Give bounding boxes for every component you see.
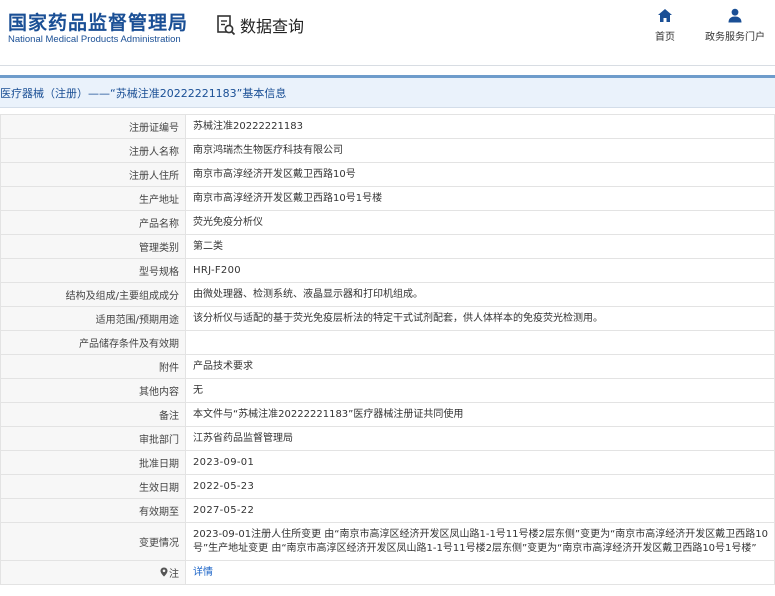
row-label: 注册证编号	[0, 114, 186, 139]
row-value: 详情	[185, 560, 775, 585]
row-label: 产品储存条件及有效期	[0, 330, 186, 355]
row-label: 型号规格	[0, 258, 186, 283]
row-value: 南京市高淳经济开发区戴卫西路10号1号楼	[185, 186, 775, 211]
table-row: 其他内容 无	[0, 378, 775, 403]
site-logo-chinese[interactable]: 国家药品监督管理局	[8, 8, 188, 35]
table-row: 产品名称 荧光免疫分析仪	[0, 210, 775, 235]
user-icon	[728, 8, 742, 23]
document-search-icon	[217, 15, 236, 36]
row-value: 由微处理器、检测系统、液晶显示器和打印机组成。	[185, 282, 775, 307]
row-label: 注册人住所	[0, 162, 186, 187]
row-label: 有效期至	[0, 498, 186, 523]
row-label: 生效日期	[0, 474, 186, 499]
row-label: 批准日期	[0, 450, 186, 475]
row-value: 荧光免疫分析仪	[185, 210, 775, 235]
table-row: 注册证编号 苏械注准20222221183	[0, 114, 775, 139]
row-label: 附件	[0, 354, 186, 379]
table-row: 生效日期 2022-05-23	[0, 474, 775, 499]
row-value: 南京鸿瑞杰生物医疗科技有限公司	[185, 138, 775, 163]
row-label: 备注	[0, 402, 186, 427]
row-value: 无	[185, 378, 775, 403]
table-row: 产品储存条件及有效期	[0, 330, 775, 355]
data-query-title: 数据查询	[240, 17, 305, 36]
row-value: 本文件与“苏械注准20222221183”医疗器械注册证共同使用	[185, 402, 775, 427]
row-value: 产品技术要求	[185, 354, 775, 379]
row-label: 审批部门	[0, 426, 186, 451]
row-value: 2023-09-01	[185, 450, 775, 475]
home-icon	[658, 9, 672, 22]
breadcrumb: 医疗器械（注册）——“苏械注准20222221183”基本信息	[0, 75, 775, 108]
row-label: 管理类别	[0, 234, 186, 259]
site-logo-english[interactable]: National Medical Products Administration	[8, 34, 181, 45]
row-value: HRJ-F200	[185, 258, 775, 283]
row-label: 产品名称	[0, 210, 186, 235]
table-row: 注册人名称 南京鸿瑞杰生物医疗科技有限公司	[0, 138, 775, 163]
breadcrumb-text: 医疗器械（注册）——“苏械注准20222221183”基本信息	[0, 87, 287, 100]
row-label: 结构及组成/主要组成成分	[0, 282, 186, 307]
table-row: 注册人住所 南京市高淳经济开发区戴卫西路10号	[0, 162, 775, 187]
table-row: 结构及组成/主要组成成分 由微处理器、检测系统、液晶显示器和打印机组成。	[0, 282, 775, 307]
row-value: 第二类	[185, 234, 775, 259]
data-query-heading: 数据查询	[216, 13, 304, 37]
table-row: 型号规格 HRJ-F200	[0, 258, 775, 283]
row-label: 适用范围/预期用途	[0, 306, 186, 331]
row-value: 2022-05-23	[185, 474, 775, 499]
table-row: 变更情况 2023-09-01注册人住所变更 由“南京市高淳区经济开发区凤山路1…	[0, 522, 775, 561]
location-pin-icon	[160, 567, 168, 577]
site-header: 国家药品监督管理局 National Medical Products Admi…	[0, 0, 775, 66]
nav-portal-label: 政务服务门户	[705, 32, 765, 43]
table-row: 注 详情	[0, 560, 775, 585]
table-row: 有效期至 2027-05-22	[0, 498, 775, 523]
nav-portal-button[interactable]: 政务服务门户	[700, 8, 770, 43]
row-label-note: 注	[0, 560, 186, 585]
row-value: 南京市高淳经济开发区戴卫西路10号	[185, 162, 775, 187]
registration-detail-table: 注册证编号 苏械注准20222221183 注册人名称 南京鸿瑞杰生物医疗科技有…	[0, 114, 775, 585]
table-row: 审批部门 江苏省药品监督管理局	[0, 426, 775, 451]
row-value: 2023-09-01注册人住所变更 由“南京市高淳区经济开发区凤山路1-1号11…	[185, 522, 775, 561]
row-label: 其他内容	[0, 378, 186, 403]
details-link[interactable]: 详情	[193, 567, 213, 578]
row-label: 变更情况	[0, 522, 186, 561]
row-value: 苏械注准20222221183	[185, 114, 775, 139]
table-row: 附件 产品技术要求	[0, 354, 775, 379]
row-label: 生产地址	[0, 186, 186, 211]
nav-home-label: 首页	[655, 32, 675, 43]
table-row: 管理类别 第二类	[0, 234, 775, 259]
row-value: 江苏省药品监督管理局	[185, 426, 775, 451]
table-row: 生产地址 南京市高淳经济开发区戴卫西路10号1号楼	[0, 186, 775, 211]
table-row: 批准日期 2023-09-01	[0, 450, 775, 475]
row-value	[185, 330, 775, 355]
row-value: 2027-05-22	[185, 498, 775, 523]
note-label: 注	[169, 568, 179, 580]
table-row: 适用范围/预期用途 该分析仪与适配的基于荧光免疫层析法的特定干式试剂配套，供人体…	[0, 306, 775, 331]
row-label: 注册人名称	[0, 138, 186, 163]
table-row: 备注 本文件与“苏械注准20222221183”医疗器械注册证共同使用	[0, 402, 775, 427]
row-value: 该分析仪与适配的基于荧光免疫层析法的特定干式试剂配套，供人体样本的免疫荧光检测用…	[185, 306, 775, 331]
nav-home-button[interactable]: 首页	[648, 8, 682, 43]
